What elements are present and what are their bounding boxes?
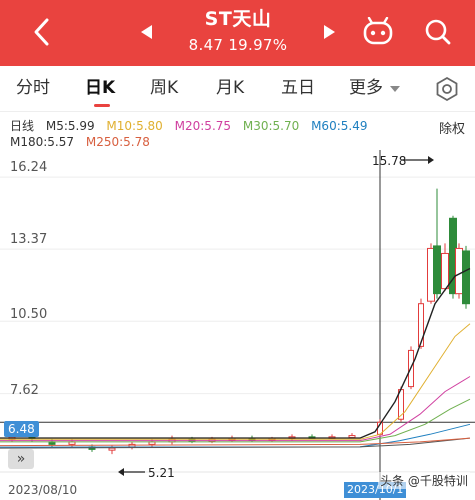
watermark: 头条 @千股特训 (378, 472, 470, 489)
chart-settings-button[interactable] (434, 76, 460, 102)
stock-header: ST天山 8.47 19.97% (0, 0, 475, 66)
back-arrow-icon (34, 18, 49, 46)
prev-stock-button[interactable] (136, 20, 158, 44)
tab-five-day[interactable]: 五日 (281, 76, 315, 100)
start-date-label: 2023/08/10 (8, 483, 78, 497)
scroll-left-button[interactable]: » (8, 449, 34, 469)
tab-more-label: 更多 (349, 78, 383, 98)
ind-m5: M5:5.99 (45, 119, 95, 133)
low-annotation: 5.21 (148, 466, 175, 480)
ind-m10: M10:5.80 (106, 119, 163, 133)
tab-week-k[interactable]: 周K (150, 76, 178, 100)
tab-day-k[interactable]: 日K (85, 76, 115, 100)
tab-month-k[interactable]: 月K (216, 76, 244, 100)
y-label-13-37: 13.37 (10, 232, 48, 247)
search-icon (425, 19, 451, 45)
ind-m180: M180:5.57 (10, 135, 75, 149)
caret-down-icon (390, 86, 401, 92)
rally-candle (455, 247, 463, 295)
high-annotation: 15.78 (372, 154, 407, 168)
robot-icon (363, 17, 393, 45)
tab-more[interactable]: 更多 (349, 76, 401, 100)
ind-m30: M30:5.70 (242, 119, 300, 133)
kline-chart[interactable]: 16.24 13.37 10.50 7.62 6.48 15.78 5.21 »… (0, 150, 475, 500)
high-arrow-head (428, 156, 434, 164)
back-button[interactable] (22, 12, 62, 52)
ma-indicator-row-1: 日线 M5:5.99 M10:5.80 M20:5.75 M30:5.70 M6… (10, 118, 375, 134)
next-stock-button[interactable] (318, 20, 340, 44)
rally-candle (462, 250, 470, 305)
ind-m60: M60:5.49 (311, 119, 368, 133)
double-chevron-icon: » (16, 451, 26, 467)
flat-candle (348, 435, 356, 439)
ind-m250: M250:5.78 (85, 135, 150, 149)
flat-candle (108, 447, 116, 451)
stock-title-block: ST天山 8.47 19.97% (160, 6, 316, 56)
tab-timeshare[interactable]: 分时 (16, 76, 50, 100)
ind-daily: 日线 (10, 119, 35, 133)
triangle-left-icon (141, 25, 152, 39)
active-tab-indicator (94, 104, 110, 107)
stock-quote: 8.47 19.97% (188, 36, 288, 54)
y-label-10-50: 10.50 (10, 307, 48, 322)
kline-chart-svg (0, 150, 475, 500)
period-tabs: 分时 日K 周K 月K 五日 更多 (0, 66, 475, 112)
assistant-button[interactable] (358, 12, 398, 52)
current-price-badge: 6.48 (4, 421, 39, 437)
triangle-right-icon (324, 25, 335, 39)
ind-m20: M20:5.75 (174, 119, 232, 133)
y-label-16-24: 16.24 (10, 160, 48, 175)
stock-name: ST天山 (204, 8, 272, 30)
adjust-mode-button[interactable]: 除权 (439, 118, 465, 137)
ma-indicator-row-2: M180:5.57 M250:5.78 (10, 134, 158, 150)
rally-candle (441, 252, 449, 290)
y-label-7-62: 7.62 (10, 383, 39, 398)
settings-gear-icon (436, 76, 458, 102)
low-arrow-head (118, 468, 124, 476)
rally-candle (433, 245, 441, 295)
rally-candle (418, 303, 424, 347)
search-button[interactable] (418, 12, 458, 52)
